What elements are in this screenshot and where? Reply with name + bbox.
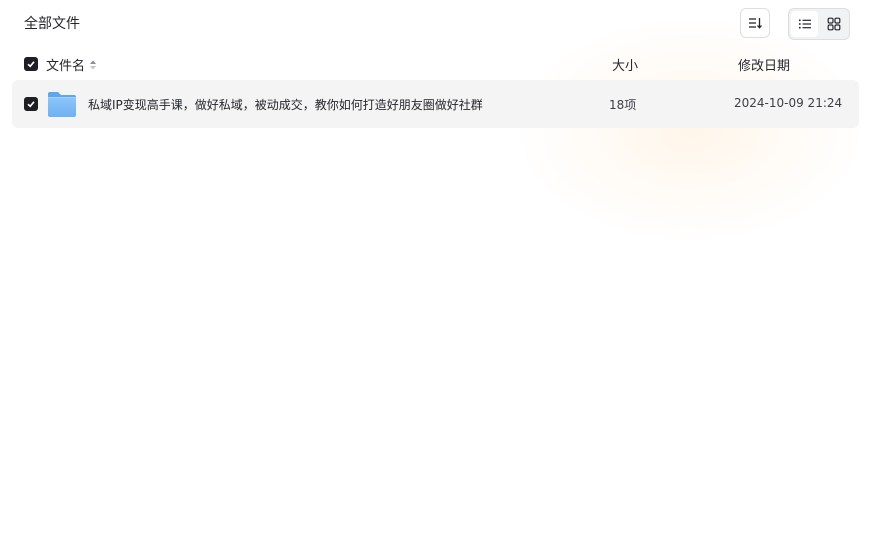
list-view-icon — [798, 19, 811, 29]
list-view-button[interactable] — [791, 11, 818, 37]
column-header-name-label: 文件名 — [46, 59, 86, 74]
view-mode-switch — [788, 8, 850, 40]
file-name[interactable]: 私域IP变现高手课，做好私域，被动成交，教你如何打造好朋友圈做好社群 — [88, 96, 483, 113]
row-checkbox[interactable] — [24, 97, 38, 111]
grid-view-button[interactable] — [820, 11, 847, 37]
breadcrumb-all-files[interactable]: 全部文件 — [24, 14, 80, 34]
file-modified-date: 2024-10-09 21:24 — [734, 96, 843, 110]
sort-button[interactable] — [740, 8, 770, 38]
checkmark-icon — [27, 101, 35, 108]
sort-list-icon — [749, 18, 762, 29]
file-browser: 全部文件 文件名 大小 修改日期 私域IP变现高手课，做好私域，被动成交，教你如… — [0, 0, 874, 538]
file-size: 18项 — [609, 98, 637, 112]
folder-icon — [48, 92, 76, 117]
table-header: 文件名 大小 修改日期 — [12, 50, 859, 78]
sort-toggle-icon — [90, 60, 97, 69]
column-header-size[interactable]: 大小 — [612, 55, 638, 74]
table-row[interactable]: 私域IP变现高手课，做好私域，被动成交，教你如何打造好朋友圈做好社群 18项 2… — [12, 80, 859, 128]
grid-view-icon — [827, 17, 840, 31]
column-header-name[interactable]: 文件名 — [46, 55, 97, 74]
select-all-checkbox[interactable] — [24, 57, 38, 71]
column-header-modified[interactable]: 修改日期 — [738, 55, 790, 74]
checkmark-icon — [27, 61, 35, 68]
